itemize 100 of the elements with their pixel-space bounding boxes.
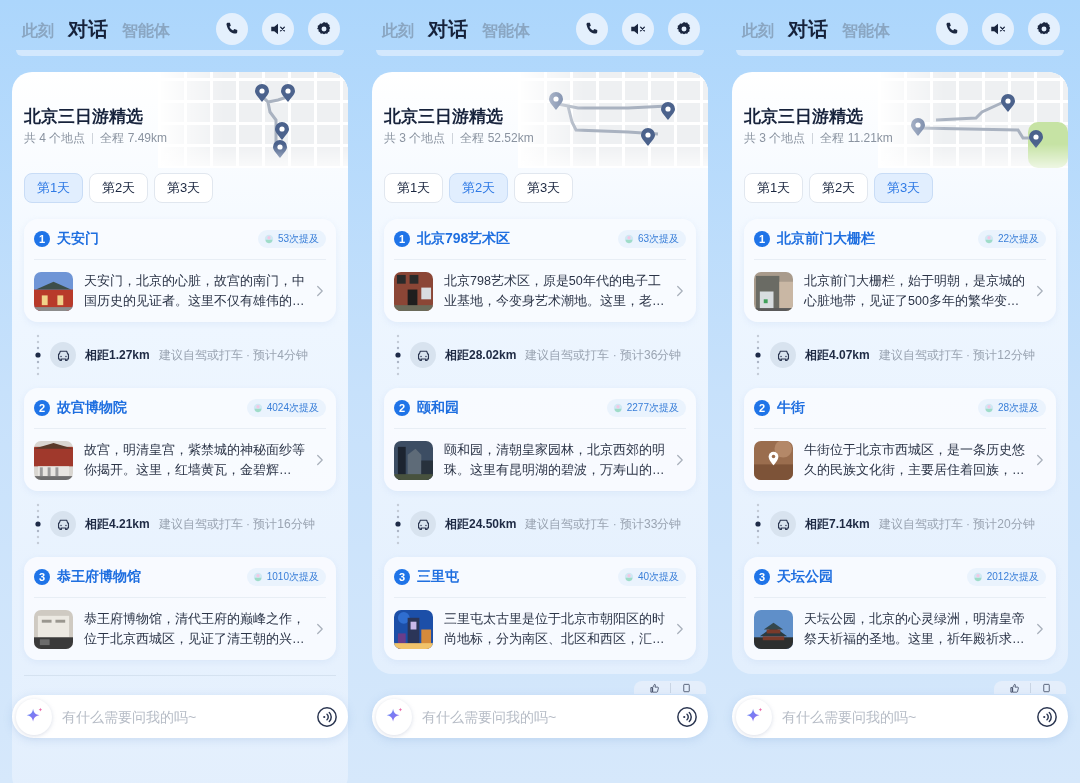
travel-advice: 建议自驾或打车 · 预计16分钟 xyxy=(158,515,315,533)
place-name: 三里屯 xyxy=(417,568,460,586)
place-description: 北京前门大栅栏，始于明朝，是京城的心脏地带，见证了500多年的繁华变… xyxy=(804,273,1026,310)
leg-distance: 相距28.02km xyxy=(445,346,517,364)
mute-button[interactable] xyxy=(262,13,294,45)
leg-distance: 相距1.27km xyxy=(85,346,150,364)
day-tab[interactable]: 第1天 xyxy=(24,173,83,203)
place-card[interactable]: 2 颐和园 2277次提及 颐和园，清朝皇家园林，北京西郊的明珠。这里有昆明湖的碧波，万寿山的… xyxy=(384,388,696,491)
day-tab[interactable]: 第2天 xyxy=(89,173,148,203)
orb-icon xyxy=(252,572,263,582)
route-dots-icon xyxy=(395,334,401,376)
mention-count: 53次提及 xyxy=(277,232,319,246)
day-tab[interactable]: 第2天 xyxy=(809,173,868,203)
place-name: 颐和园 xyxy=(417,399,460,417)
day-tab[interactable]: 第3天 xyxy=(154,173,213,203)
place-card[interactable]: 2 故宫博物院 4024次提及 故宫，明清皇宫，紫禁城的神秘面纱等你揭开。这里，红墙黄瓦，金碧辉… xyxy=(24,388,336,491)
place-card[interactable]: 3 恭王府博物馆 1010次提及 恭王府博物馆，清代王府的巅峰之作，位于北京西城区，见证了清王朝的兴… xyxy=(24,557,336,660)
chat-input-bar[interactable]: 有什么需要问我的吗~ xyxy=(12,695,348,738)
number-badge: 3 xyxy=(394,569,410,585)
mention-count: 4024次提及 xyxy=(266,401,319,415)
mention-count: 1010次提及 xyxy=(266,570,319,584)
tab[interactable]: 对话 xyxy=(428,15,468,43)
mention-count: 2277次提及 xyxy=(626,401,679,415)
settings-button[interactable] xyxy=(308,13,340,45)
leg-distance: 相距24.50km xyxy=(445,515,517,533)
place-card[interactable]: 2 牛街 28次提及 牛街位于北京市西城区，是一条历史悠久的民族文化街，主要居住着回族，… xyxy=(744,388,1056,491)
mention-count: 40次提及 xyxy=(637,570,679,584)
settings-button[interactable] xyxy=(668,13,700,45)
orb-icon xyxy=(983,403,994,413)
day-tab[interactable]: 第1天 xyxy=(744,173,803,203)
leg-distance: 相距7.14km xyxy=(805,515,870,533)
mention-count: 63次提及 xyxy=(637,232,679,246)
place-description: 颐和园，清朝皇家园林，北京西郊的明珠。这里有昆明湖的碧波，万寿山的… xyxy=(444,442,666,479)
travel-advice: 建议自驾或打车 · 预计36分钟 xyxy=(525,346,682,364)
place-description: 天坛公园，北京的心灵绿洲，明清皇帝祭天祈福的圣地。这里，祈年殿祈求… xyxy=(804,611,1026,648)
total-distance: 全程 52.52km xyxy=(460,130,534,146)
thumbs-up-icon[interactable] xyxy=(648,683,660,694)
number-badge: 1 xyxy=(394,231,410,247)
settings-button[interactable] xyxy=(1028,13,1060,45)
place-description: 三里屯太古里是位于北京市朝阳区的时尚地标，分为南区、北区和西区，汇… xyxy=(444,611,666,648)
route-dots-icon xyxy=(35,334,41,376)
place-card[interactable]: 1 北京前门大栅栏 22次提及 北京前门大栅栏，始于明朝，是京城的心脏地带，见证了500多年的繁华变… xyxy=(744,219,1056,322)
travel-advice: 建议自驾或打车 · 预计33分钟 xyxy=(525,515,682,533)
stop-count: 共 4 个地点 xyxy=(24,130,86,146)
place-card[interactable]: 1 北京798艺术区 63次提及 北京798艺术区，原是50年代的电子工业基地，今变身艺术潮地。这里，老… xyxy=(384,219,696,322)
orb-icon xyxy=(612,403,623,413)
phone-button[interactable] xyxy=(576,13,608,45)
leg-distance: 相距4.21km xyxy=(85,515,150,533)
mention-count: 2012次提及 xyxy=(986,570,1039,584)
voice-icon[interactable] xyxy=(1036,705,1058,728)
mention-count: 22次提及 xyxy=(997,232,1039,246)
leg-distance: 相距4.07km xyxy=(805,346,870,364)
copy-icon[interactable] xyxy=(1040,683,1052,694)
number-badge: 1 xyxy=(34,231,50,247)
orb-icon xyxy=(263,234,274,244)
chat-input-bar[interactable]: 有什么需要问我的吗~ xyxy=(732,695,1068,738)
number-badge: 2 xyxy=(394,400,410,416)
number-badge: 2 xyxy=(34,400,50,416)
day-tab[interactable]: 第1天 xyxy=(384,173,443,203)
card-title: 北京三日游精选 xyxy=(384,106,504,128)
place-name: 天安门 xyxy=(57,230,100,248)
place-description: 故宫，明清皇宫，紫禁城的神秘面纱等你揭开。这里，红墙黄瓦，金碧辉… xyxy=(84,442,306,479)
place-name: 天坛公园 xyxy=(777,568,834,586)
thumbs-up-icon[interactable] xyxy=(1008,683,1020,694)
orb-icon xyxy=(623,572,634,582)
place-card[interactable]: 1 天安门 53次提及 天安门，北京的心脏，故宫的南门，中国历史的见证者。这里不仅有雄伟的… xyxy=(24,219,336,322)
route-dots-icon xyxy=(755,334,761,376)
mute-button[interactable] xyxy=(982,13,1014,45)
place-card[interactable]: 3 天坛公园 2012次提及 天坛公园，北京的心灵绿洲，明清皇帝祭天祈福的圣地。这里，祈年殿祈求… xyxy=(744,557,1056,660)
number-badge: 3 xyxy=(754,569,770,585)
orb-icon xyxy=(983,234,994,244)
voice-icon[interactable] xyxy=(676,705,698,728)
day-tab[interactable]: 第3天 xyxy=(514,173,573,203)
stop-count: 共 3 个地点 xyxy=(744,130,806,146)
phone-button[interactable] xyxy=(936,13,968,45)
orb-icon xyxy=(972,572,983,582)
place-description: 牛街位于北京市西城区，是一条历史悠久的民族文化街，主要居住着回族，… xyxy=(804,442,1026,479)
card-title: 北京三日游精选 xyxy=(744,106,864,128)
day-tab[interactable]: 第3天 xyxy=(874,173,933,203)
place-card[interactable]: 3 三里屯 40次提及 三里屯太古里是位于北京市朝阳区的时尚地标，分为南区、北区和西区，汇… xyxy=(384,557,696,660)
place-name: 故宫博物院 xyxy=(57,399,128,417)
number-badge: 1 xyxy=(754,231,770,247)
voice-icon[interactable] xyxy=(316,705,338,728)
input-field[interactable]: 有什么需要问我的吗~ xyxy=(60,707,316,726)
input-field[interactable]: 有什么需要问我的吗~ xyxy=(780,707,1036,726)
card-title: 北京三日游精选 xyxy=(24,106,144,128)
tab[interactable]: 对话 xyxy=(68,15,108,43)
travel-advice: 建议自驾或打车 · 预计12分钟 xyxy=(878,346,1035,364)
number-badge: 3 xyxy=(34,569,50,585)
copy-icon[interactable] xyxy=(680,683,692,694)
chat-input-bar[interactable]: 有什么需要问我的吗~ xyxy=(372,695,708,738)
input-field[interactable]: 有什么需要问我的吗~ xyxy=(420,707,676,726)
place-name: 北京798艺术区 xyxy=(417,230,512,248)
route-dots-icon xyxy=(35,503,41,545)
tab[interactable]: 对话 xyxy=(788,15,828,43)
phone-button[interactable] xyxy=(216,13,248,45)
day-tab[interactable]: 第2天 xyxy=(449,173,508,203)
number-badge: 2 xyxy=(754,400,770,416)
place-name: 牛街 xyxy=(777,399,806,417)
mute-button[interactable] xyxy=(622,13,654,45)
